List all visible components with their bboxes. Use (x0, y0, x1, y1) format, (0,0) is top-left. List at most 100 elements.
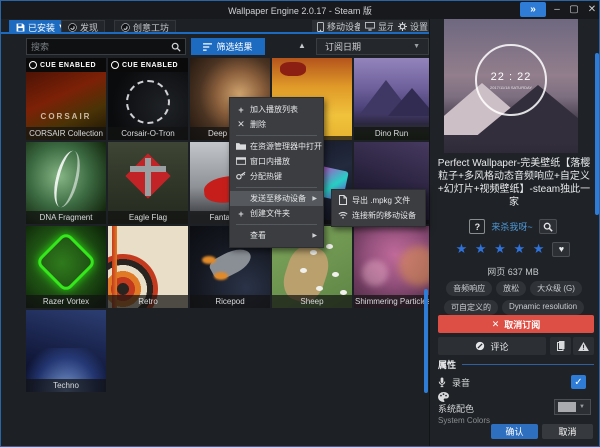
grid-scrollbar-thumb[interactable] (424, 289, 428, 393)
properties-label: 属性 (438, 358, 456, 371)
copy-button[interactable] (550, 337, 571, 355)
folder-icon (236, 142, 246, 152)
discover-icon (68, 23, 77, 32)
menu-item-send-to-mobile[interactable]: 发送至移动设备▶ (230, 191, 323, 206)
corsair-watermark: CORSAIR (26, 112, 106, 121)
thumb-label: Razer Vortex (26, 295, 106, 308)
comment-button[interactable]: 评论 (438, 337, 546, 355)
favorite-button[interactable]: ♥ (552, 242, 570, 257)
wallpaper-thumb-techno[interactable]: Techno (26, 310, 106, 392)
properties-heading: 属性 (438, 358, 594, 371)
wallpaper-engine-window: Wallpaper Engine 2.0.17 - Steam 版 » – ▢ … (0, 0, 600, 447)
submenu-item-export-mpkg[interactable]: 导出 .mpkg 文件 (332, 193, 425, 208)
search-icon (171, 42, 181, 52)
search-input[interactable]: 搜索 (26, 38, 186, 55)
system-color-sublabel: System Colors (438, 416, 490, 425)
wallpaper-thumb-dna-fragment[interactable]: DNA Fragment (26, 142, 106, 224)
details-scrollbar-thumb[interactable] (595, 53, 599, 215)
cue-banner: CUE ENABLED (108, 58, 188, 72)
wallpaper-thumb-razer-vortex[interactable]: Razer Vortex (26, 226, 106, 308)
chevron-down-icon: ▼ (413, 43, 420, 50)
help-button[interactable]: ? (469, 219, 485, 234)
thumb-label: Sheep (272, 295, 352, 308)
menu-item-label: 创建文件夹 (250, 208, 290, 219)
plus-icon: + (236, 105, 246, 115)
system-color-property: 系统配色 System Colors (438, 402, 490, 425)
tag-relaxing: 放松 (496, 281, 526, 296)
palette-icon-row (438, 392, 449, 402)
thumb-label: Dino Run (354, 127, 429, 140)
close-button[interactable]: ✕ (585, 2, 599, 17)
wallpaper-thumb-corsair-o-tron[interactable]: CUE ENABLED Corsair-O-Tron (108, 58, 188, 140)
bokeh-graphic (399, 246, 429, 286)
confirm-button[interactable]: 确认 (491, 424, 538, 439)
x-icon: ✕ (236, 119, 246, 130)
collapse-panel-button[interactable]: » (520, 2, 546, 17)
tag-customizable: 可自定义的 (444, 300, 498, 315)
menu-item-create-folder[interactable]: +创建文件夹 (230, 206, 323, 221)
tron-ring-graphic (126, 80, 170, 124)
menu-item-play-in-window[interactable]: 窗口内播放 (230, 154, 323, 169)
menu-separator (236, 187, 317, 188)
chevron-right-icon: ▶ (312, 232, 317, 239)
minimize-button[interactable]: – (550, 2, 564, 17)
x-icon: ✕ (492, 319, 500, 330)
filter-icon (203, 43, 212, 51)
heading-rule (462, 364, 594, 365)
thumb-label: CORSAIR Collection (26, 127, 106, 140)
clipboard-icon (557, 341, 565, 351)
search-placeholder: 搜索 (31, 40, 171, 53)
menu-item-label: 删除 (250, 119, 266, 130)
sort-ascending-toggle[interactable]: ▲ (295, 41, 309, 52)
wallpaper-thumb-corsair-collection[interactable]: CUE ENABLED CORSAIR CORSAIR Collection (26, 58, 106, 140)
mountain-graphic (388, 88, 429, 116)
maximize-button[interactable]: ▢ (567, 2, 581, 17)
menu-item-label: 窗口内播放 (250, 156, 290, 167)
thumb-label: Retro (108, 295, 188, 308)
menu-item-open-in-explorer[interactable]: 在资源管理器中打开 (230, 139, 323, 154)
flame-graphic (214, 272, 228, 280)
menu-item-delete[interactable]: ✕ 删除 (230, 117, 323, 132)
report-button[interactable] (573, 337, 594, 355)
wallpaper-preview-image: 22 : 22 2017/11/18 SATURDAY (444, 19, 578, 153)
rating-stars[interactable]: ★ ★ ★ ★ ★ (456, 241, 547, 257)
system-color-label: 系统配色 (438, 402, 474, 415)
audio-checkbox[interactable]: ✓ (571, 375, 586, 389)
audio-property-row: 录音 (438, 376, 470, 389)
color-picker-dropdown[interactable]: ▼ (554, 399, 591, 415)
clock-date: 2017/11/18 SATURDAY (490, 85, 532, 90)
clock-overlay: 22 : 22 2017/11/18 SATURDAY (475, 44, 547, 116)
wallpaper-thumb-dino-run[interactable]: Dino Run (354, 58, 429, 140)
menu-item-view[interactable]: 查看▶ (230, 228, 323, 243)
thumb-label: Corsair-O-Tron (108, 127, 188, 140)
thumb-label: Shimmering Particles (354, 295, 429, 308)
workshop-icon (121, 23, 130, 32)
wallpaper-thumb-shimmering-particles[interactable]: Shimmering Particles (354, 226, 429, 308)
unsubscribe-label: 取消订阅 (504, 318, 540, 331)
tag-audio-responsive: 音频响应 (446, 281, 492, 296)
wallpaper-thumb-eagle-flag[interactable]: Eagle Flag (108, 142, 188, 224)
tag-dynamic-resolution: Dynamic resolution (502, 300, 584, 315)
menu-item-assign-hotkey[interactable]: 分配热键 (230, 169, 323, 184)
submenu-item-connect-device[interactable]: 连接新的移动设备 (332, 208, 425, 223)
filter-results-button[interactable]: 筛选结果 (191, 38, 265, 55)
thumb-label: Techno (26, 379, 106, 392)
filter-results-label: 筛选结果 (216, 40, 252, 53)
warning-icon (578, 342, 589, 351)
wallpaper-type-size: 网页 637 MB (429, 265, 597, 278)
author-link[interactable]: 来杀我呀~ (491, 220, 532, 233)
palette-icon (438, 392, 449, 402)
playlist-section: 播放列表 + 壁纸编辑器 打开壁纸 (1, 394, 429, 446)
unsubscribe-button[interactable]: ✕ 取消订阅 (438, 315, 594, 333)
menu-item-add-to-playlist[interactable]: +加入播放列表 (230, 102, 323, 117)
zoom-preview-button[interactable] (539, 219, 557, 234)
wallpaper-thumb-retro[interactable]: Retro (108, 226, 188, 308)
menu-item-label: 分配热键 (250, 171, 282, 182)
cancel-button[interactable]: 取消 (542, 424, 593, 439)
sort-dropdown[interactable]: 订阅日期 ▼ (316, 38, 429, 55)
wallpaper-title: Perfect Wallpaper-完美壁纸【落樱粒子+多风格动态音频响应+自定… (433, 157, 595, 209)
menu-separator (236, 224, 317, 225)
dna-helix-graphic (49, 148, 84, 210)
key-icon (236, 171, 246, 182)
eagle-graphic (145, 158, 151, 196)
